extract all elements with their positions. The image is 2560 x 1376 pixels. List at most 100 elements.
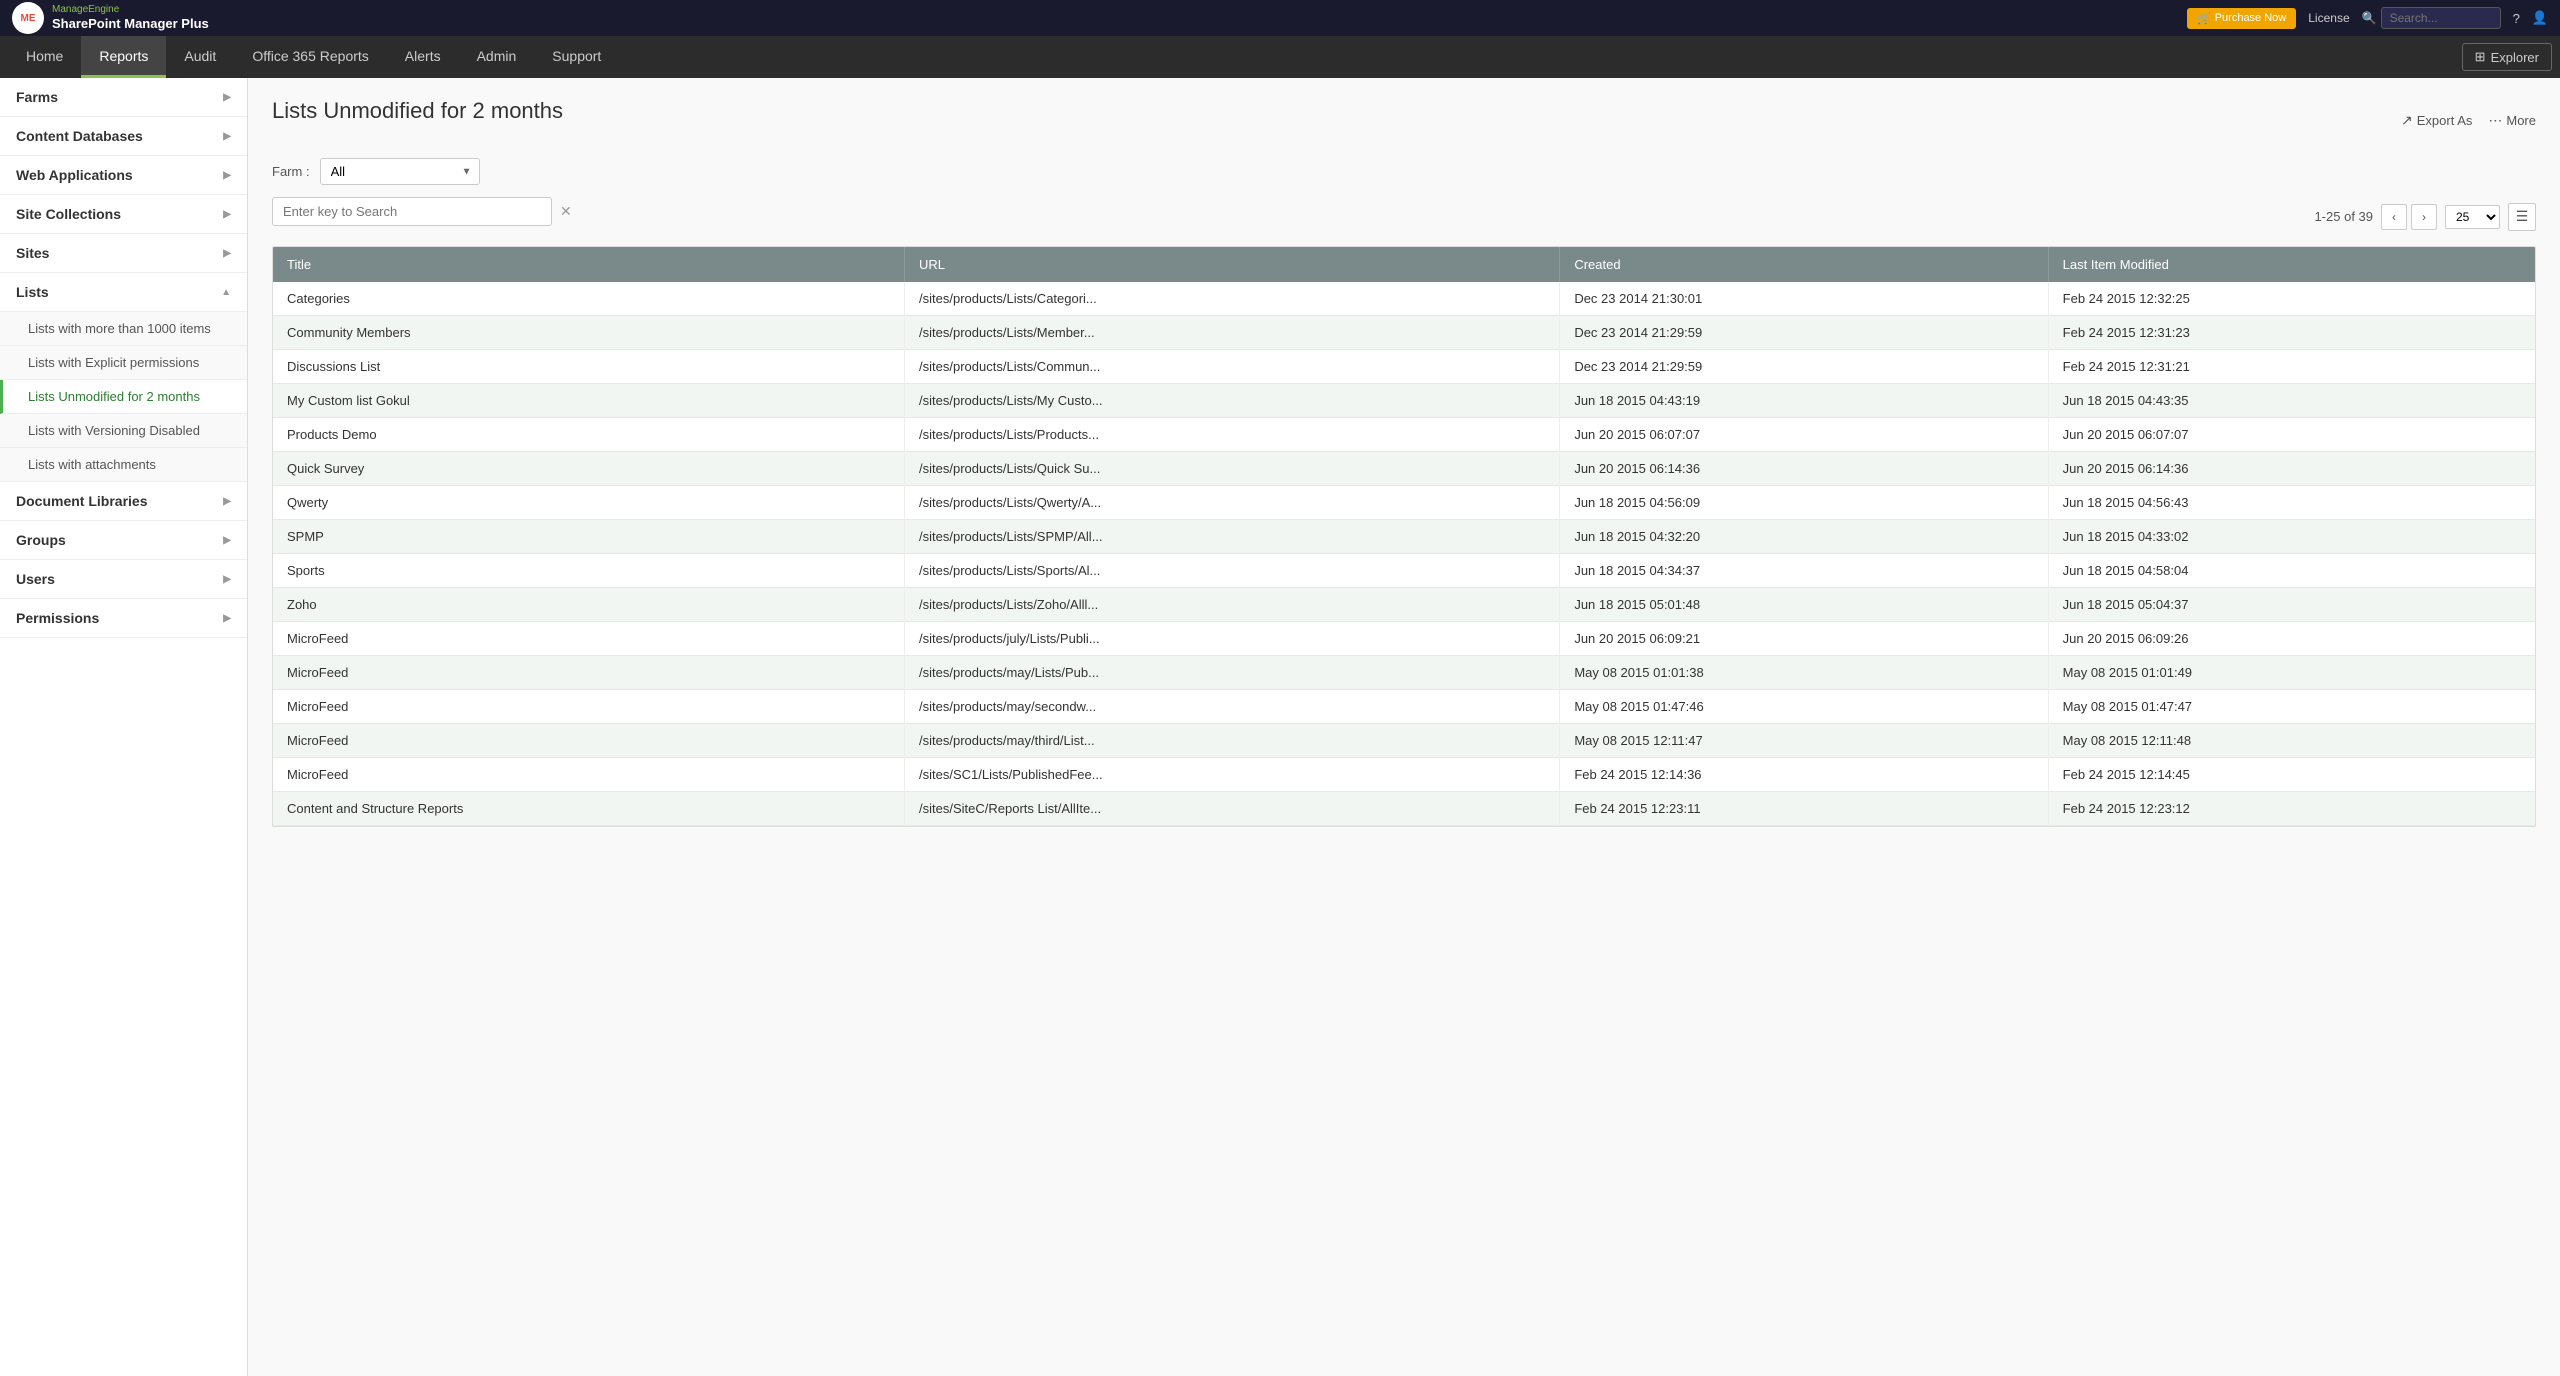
table-row[interactable]: Content and Structure Reports/sites/Site…	[273, 792, 2535, 826]
sidebar-item-label: Farms	[16, 89, 58, 105]
cell-title: My Custom list Gokul	[273, 384, 905, 418]
prev-page-button[interactable]: ‹	[2381, 204, 2407, 230]
nav-item-reports[interactable]: Reports	[81, 36, 166, 78]
table-row[interactable]: Community Members/sites/products/Lists/M…	[273, 316, 2535, 350]
col-url[interactable]: URL	[905, 247, 1560, 282]
nav-item-admin[interactable]: Admin	[459, 36, 535, 78]
sidebar-item-document-libraries[interactable]: Document Libraries ▶	[0, 482, 247, 521]
cell-created: May 08 2015 01:47:46	[1560, 690, 2048, 724]
sidebar-section-sites: Sites▶	[0, 234, 247, 273]
cell-url: /sites/products/may/third/List...	[905, 724, 1560, 758]
cell-created: Jun 18 2015 04:34:37	[1560, 554, 2048, 588]
cell-created: May 08 2015 01:01:38	[1560, 656, 2048, 690]
per-page-select[interactable]: 25 50 100	[2445, 205, 2500, 229]
sidebar-item-permissions[interactable]: Permissions▶	[0, 599, 247, 638]
cell-url: /sites/products/Lists/My Custo...	[905, 384, 1560, 418]
table-row[interactable]: Discussions List/sites/products/Lists/Co…	[273, 350, 2535, 384]
cell-url: /sites/products/may/Lists/Pub...	[905, 656, 1560, 690]
table-row[interactable]: Quick Survey/sites/products/Lists/Quick …	[273, 452, 2535, 486]
col-title[interactable]: Title	[273, 247, 905, 282]
cell-last_modified: Feb 24 2015 12:14:45	[2048, 758, 2535, 792]
license-link[interactable]: License	[2308, 11, 2349, 25]
cell-last_modified: Jun 18 2015 04:58:04	[2048, 554, 2535, 588]
nav-item-office365[interactable]: Office 365 Reports	[234, 36, 386, 78]
cell-url: /sites/products/Lists/Quick Su...	[905, 452, 1560, 486]
sidebar-item-label: Document Libraries	[16, 493, 147, 509]
sidebar-item-farms[interactable]: Farms▶	[0, 78, 247, 117]
table-body: Categories/sites/products/Lists/Categori…	[273, 282, 2535, 826]
table-row[interactable]: My Custom list Gokul/sites/products/List…	[273, 384, 2535, 418]
sidebar-item-content-databases[interactable]: Content Databases ▶	[0, 117, 247, 156]
sidebar-sub-item-lists-explicit[interactable]: Lists with Explicit permissions	[0, 346, 247, 380]
table-row[interactable]: MicroFeed/sites/products/may/secondw...M…	[273, 690, 2535, 724]
chevron-right-icon: ▶	[223, 496, 231, 507]
table-row[interactable]: Products Demo/sites/products/Lists/Produ…	[273, 418, 2535, 452]
sidebar-item-label: Content Databases	[16, 128, 143, 144]
title-header: Lists Unmodified for 2 months ↗ Export A…	[272, 98, 2536, 142]
table-row[interactable]: MicroFeed/sites/products/may/Lists/Pub..…	[273, 656, 2535, 690]
cell-url: /sites/products/Lists/Zoho/Alll...	[905, 588, 1560, 622]
cell-created: Feb 24 2015 12:23:11	[1560, 792, 2048, 826]
table-row[interactable]: Categories/sites/products/Lists/Categori…	[273, 282, 2535, 316]
search-clear-icon[interactable]: ✕	[560, 203, 572, 220]
chevron-right-icon: ▶	[223, 535, 231, 546]
table-row[interactable]: Sports/sites/products/Lists/Sports/Al...…	[273, 554, 2535, 588]
sidebar-item-sites[interactable]: Sites▶	[0, 234, 247, 273]
cell-created: Dec 23 2014 21:30:01	[1560, 282, 2048, 316]
table-row[interactable]: Qwerty/sites/products/Lists/Qwerty/A...J…	[273, 486, 2535, 520]
chevron-right-icon: ▶	[223, 170, 231, 181]
cell-title: Quick Survey	[273, 452, 905, 486]
sidebar-sub-item-lists-1000[interactable]: Lists with more than 1000 items	[0, 312, 247, 346]
action-buttons: ↗ Export As ⋯ More	[2401, 112, 2536, 129]
search-input[interactable]	[272, 197, 552, 226]
more-button[interactable]: ⋯ More	[2488, 112, 2536, 129]
sidebar-section-groups: Groups▶	[0, 521, 247, 560]
cell-title: MicroFeed	[273, 758, 905, 792]
cell-last_modified: Jun 18 2015 04:56:43	[2048, 486, 2535, 520]
cell-created: Jun 20 2015 06:09:21	[1560, 622, 2048, 656]
purchase-button[interactable]: 🛒 Purchase Now	[2187, 8, 2296, 29]
sidebar-item-site-collections[interactable]: Site Collections▶	[0, 195, 247, 234]
table-row[interactable]: Zoho/sites/products/Lists/Zoho/Alll...Ju…	[273, 588, 2535, 622]
table-row[interactable]: MicroFeed/sites/products/july/Lists/Publ…	[273, 622, 2535, 656]
sidebar-section-permissions: Permissions▶	[0, 599, 247, 638]
cell-url: /sites/products/Lists/Categori...	[905, 282, 1560, 316]
nav-items: HomeReportsAuditOffice 365 ReportsAlerts…	[8, 36, 619, 78]
cell-created: Jun 18 2015 04:43:19	[1560, 384, 2048, 418]
search-pagination-row: ✕ 1-25 of 39 ‹ › 25 50 100 ☰	[272, 197, 2536, 236]
sidebar-item-users[interactable]: Users▶	[0, 560, 247, 599]
table-row[interactable]: SPMP/sites/products/Lists/SPMP/All...Jun…	[273, 520, 2535, 554]
sidebar-item-lists[interactable]: Lists▲	[0, 273, 247, 312]
sidebar-item-label: Permissions	[16, 610, 99, 626]
chevron-right-icon: ▶	[223, 131, 231, 142]
pagination-info: 1-25 of 39	[2314, 209, 2373, 224]
help-button[interactable]: ?	[2513, 11, 2520, 26]
cell-created: May 08 2015 12:11:47	[1560, 724, 2048, 758]
logo-icon: ME	[12, 2, 44, 34]
col-last-modified[interactable]: Last Item Modified	[2048, 247, 2535, 282]
table-row[interactable]: MicroFeed/sites/products/may/third/List.…	[273, 724, 2535, 758]
sidebar-item-groups[interactable]: Groups▶	[0, 521, 247, 560]
cell-title: MicroFeed	[273, 656, 905, 690]
nav-item-support[interactable]: Support	[534, 36, 619, 78]
explorer-button[interactable]: ⊞ Explorer	[2462, 43, 2552, 71]
next-page-button[interactable]: ›	[2411, 204, 2437, 230]
columns-button[interactable]: ☰	[2508, 203, 2536, 231]
sidebar-section-farms: Farms▶	[0, 78, 247, 117]
top-search-input[interactable]	[2381, 7, 2501, 29]
user-button[interactable]: 👤	[2532, 10, 2548, 26]
sidebar-sub-item-lists-attachments[interactable]: Lists with attachments	[0, 448, 247, 482]
nav-item-home[interactable]: Home	[8, 36, 81, 78]
cell-created: Feb 24 2015 12:14:36	[1560, 758, 2048, 792]
sidebar-item-web-applications[interactable]: Web Applications▶	[0, 156, 247, 195]
sidebar-sub-item-lists-versioning[interactable]: Lists with Versioning Disabled	[0, 414, 247, 448]
cell-last_modified: Jun 18 2015 04:33:02	[2048, 520, 2535, 554]
nav-item-audit[interactable]: Audit	[166, 36, 234, 78]
col-created[interactable]: Created	[1560, 247, 2048, 282]
cell-last_modified: Feb 24 2015 12:32:25	[2048, 282, 2535, 316]
export-button[interactable]: ↗ Export As	[2401, 112, 2472, 129]
sidebar-sub-item-lists-unmodified[interactable]: Lists Unmodified for 2 months	[0, 380, 247, 414]
farm-select[interactable]: All Farm1 Farm2	[320, 158, 480, 185]
table-row[interactable]: MicroFeed/sites/SC1/Lists/PublishedFee..…	[273, 758, 2535, 792]
nav-item-alerts[interactable]: Alerts	[387, 36, 459, 78]
